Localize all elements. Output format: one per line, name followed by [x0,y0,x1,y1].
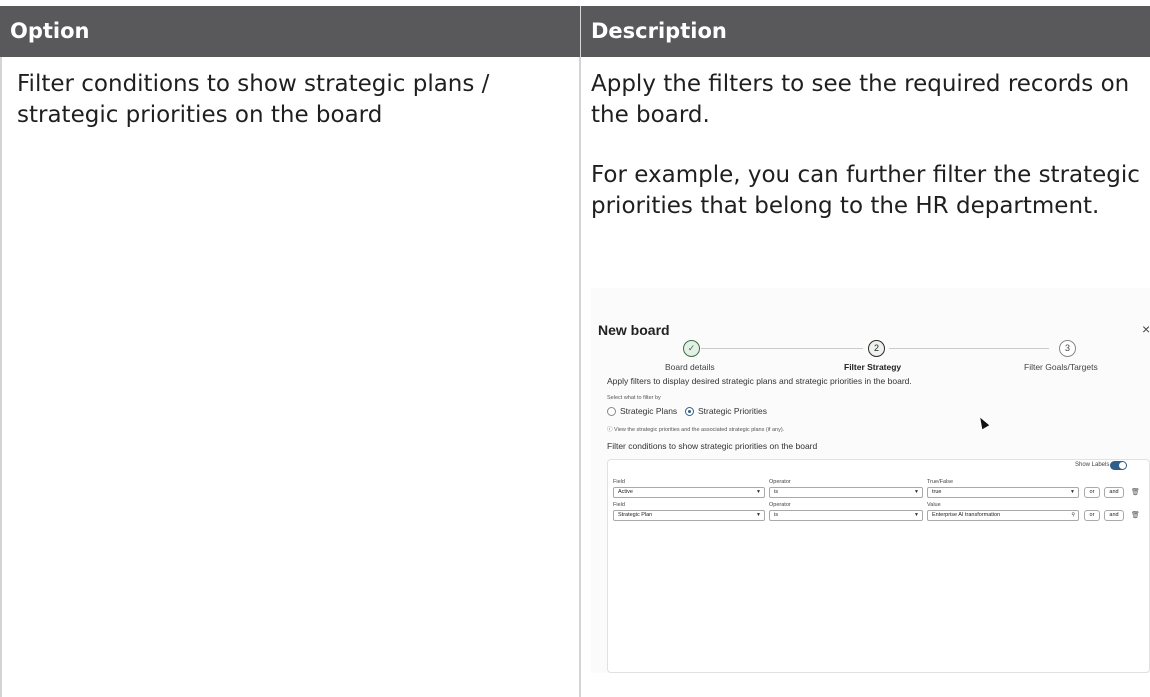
column-border-middle [579,57,581,697]
radio-strategic-plans[interactable] [607,407,616,416]
filter-conditions-title: Filter conditions to show strategic prio… [607,441,818,451]
step-label-filter-goals[interactable]: Filter Goals/Targets [1024,362,1098,372]
radio-label-strategic-plans[interactable]: Strategic Plans [620,406,677,416]
value-text: true [932,489,942,495]
close-icon[interactable]: × [1142,321,1150,337]
field-value: Strategic Plan [618,512,653,518]
new-board-screenshot: New board × ✓ 2 3 Board details Filter S… [591,288,1150,673]
column-border-left [0,57,2,697]
and-button[interactable]: and [1104,487,1124,498]
dialog-title: New board [598,322,670,338]
or-button[interactable]: or [1084,487,1100,498]
field-label: Field [613,502,625,508]
value-label: True/False [927,479,954,485]
field-label: Field [613,479,625,485]
field-select[interactable]: Strategic Plan ▼ [613,510,765,521]
info-message: View the strategic priorities and the as… [614,427,785,433]
radio-label-strategic-priorities[interactable]: Strategic Priorities [698,406,767,416]
operator-select[interactable]: is ▼ [769,487,923,498]
step-2-indicator[interactable]: 2 [868,340,885,357]
search-icon[interactable]: ⚲ [1071,511,1075,520]
value-lookup-input[interactable]: Enterprise AI transformation ⚲ [927,510,1079,521]
or-button[interactable]: or [1084,510,1100,521]
caret-down-icon: ▼ [1070,489,1075,495]
header-description: Description [581,6,1150,57]
operator-value: is [774,512,778,518]
operator-label: Operator [769,479,791,485]
trash-icon[interactable]: 🗑 [1131,511,1140,519]
field-value: Active [618,489,633,495]
caret-down-icon: ▼ [914,512,919,518]
operator-label: Operator [769,502,791,508]
description-paragraph-2: For example, you can further filter the … [591,162,1140,219]
step-label-filter-strategy[interactable]: Filter Strategy [844,362,901,372]
option-description-table: Option Description Filter conditions to … [0,0,1150,697]
caret-down-icon: ▼ [756,489,761,495]
filter-instruction: Apply filters to display desired strateg… [607,376,912,386]
and-button[interactable]: and [1104,510,1124,521]
option-cell: Filter conditions to show strategic plan… [17,71,490,128]
description-paragraph-1: Apply the filters to see the required re… [591,71,1130,128]
select-filter-label: Select what to filter by [607,395,661,401]
value-label: Value [927,502,941,508]
step-connector [701,348,863,349]
value-select[interactable]: true ▼ [927,487,1079,498]
trash-icon[interactable]: 🗑 [1131,488,1140,496]
operator-select[interactable]: is ▼ [769,510,923,521]
operator-value: is [774,489,778,495]
check-icon[interactable]: ✓ [683,340,700,357]
info-text: ⓘ View the strategic priorities and the … [607,427,785,433]
header-option: Option [0,6,581,57]
step-label-board-details[interactable]: Board details [665,362,715,372]
value-text: Enterprise AI transformation [932,512,1001,518]
step-3-indicator[interactable]: 3 [1059,340,1076,357]
caret-down-icon: ▼ [756,512,761,518]
caret-down-icon: ▼ [914,489,919,495]
mouse-cursor-icon [976,415,990,430]
step-connector [889,348,1049,349]
show-labels-label: Show Labels [1075,462,1110,468]
field-select[interactable]: Active ▼ [613,487,765,498]
radio-strategic-priorities[interactable] [685,407,694,416]
show-labels-toggle[interactable] [1110,461,1127,470]
